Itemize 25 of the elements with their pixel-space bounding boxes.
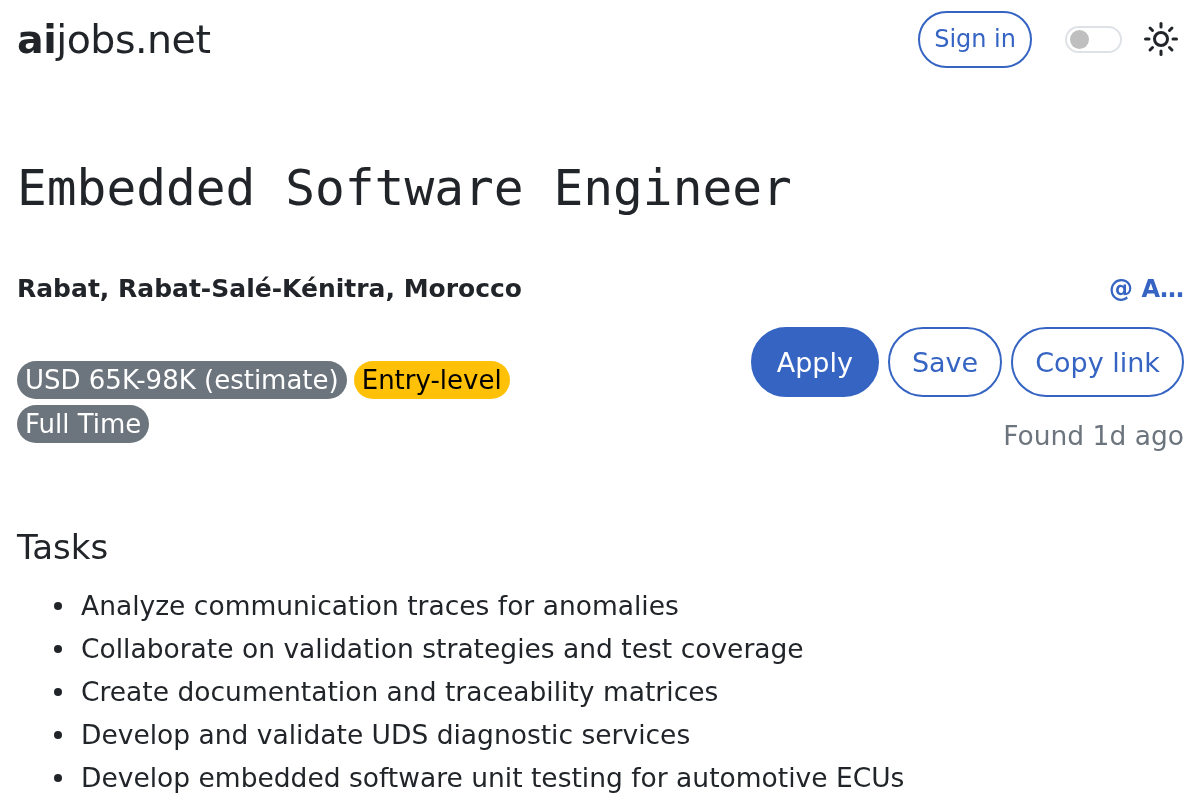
job-tag: Entry-level — [353, 361, 510, 399]
theme-toggle[interactable] — [1065, 25, 1122, 53]
task-item: Analyze communication traces for anomalies — [81, 590, 679, 621]
site-logo[interactable]: aijobs.net — [17, 16, 211, 62]
section-heading: Tasks — [17, 526, 110, 569]
action-button[interactable]: Copy link — [1011, 327, 1184, 397]
action-button[interactable]: Save — [887, 327, 1003, 397]
task-item: Develop embedded software unit testing for automotive ECUs — [81, 762, 905, 793]
bullet-icon — [54, 644, 62, 653]
bullet-icon — [54, 687, 62, 696]
bullet-icon — [54, 730, 62, 739]
job-tag: USD 65K-98K (estimate) — [17, 361, 347, 399]
company-link[interactable]: @ A… — [1109, 271, 1184, 307]
job-title: Embedded Software Engineer — [17, 158, 793, 219]
sign-in-button[interactable]: Sign in — [918, 10, 1032, 68]
apply-button[interactable]: Apply — [750, 327, 879, 397]
task-item: Create documentation and traceability matrices — [81, 676, 719, 707]
found-time: Found 1d ago — [1003, 419, 1184, 453]
job-location: Rabat, Rabat-Salé-Kénitra, Morocco — [17, 273, 523, 305]
bullet-icon — [54, 601, 62, 610]
task-item: Develop and validate UDS diagnostic services — [81, 719, 691, 750]
sun-icon[interactable] — [1144, 22, 1178, 56]
job-tag: Full Time — [17, 405, 150, 443]
bullet-icon — [54, 773, 62, 782]
task-item: Collaborate on validation strategies and test coverage — [81, 633, 804, 664]
